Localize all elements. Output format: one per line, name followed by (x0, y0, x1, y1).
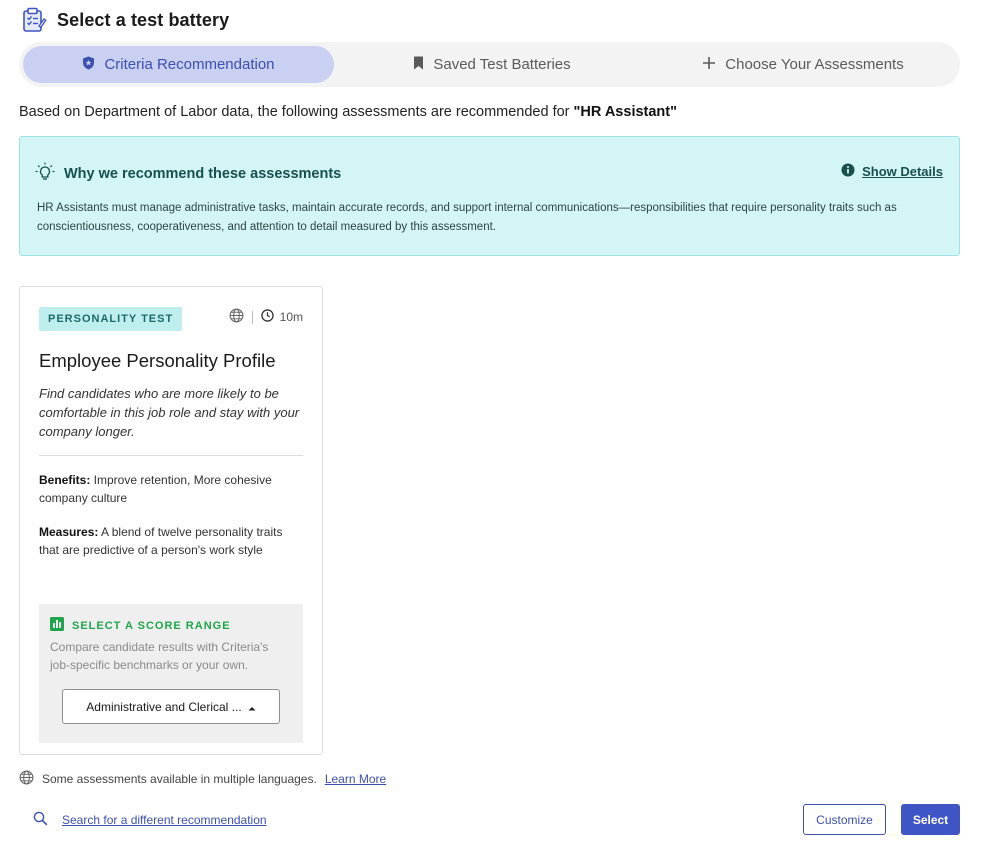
tab-choose-your-assessments[interactable]: Choose Your Assessments (650, 46, 956, 83)
measures: Measures: A blend of twelve personality … (39, 523, 301, 559)
languages-note: Some assessments available in multiple l… (19, 770, 386, 788)
benefits: Benefits: Improve retention, More cohesi… (39, 471, 301, 507)
meta-divider (251, 310, 253, 324)
lightbulb-icon (35, 162, 55, 186)
search-icon (33, 811, 48, 829)
assessment-card[interactable]: PERSONALITY TEST 10m Employee Personalit… (19, 286, 323, 755)
assessment-title: Employee Personality Profile (39, 350, 276, 371)
benefits-label: Benefits: (39, 473, 91, 487)
clipboard-checklist-icon (19, 6, 47, 34)
why-title: Why we recommend these assessments (35, 162, 341, 186)
score-range-label: SELECT A SCORE RANGE (50, 617, 231, 634)
duration: 10m (279, 310, 303, 324)
job-role: "HR Assistant" (573, 104, 677, 120)
score-range-help: Compare candidate results with Criteria'… (50, 640, 269, 672)
customize-button[interactable]: Customize (803, 804, 886, 835)
show-details-link[interactable]: Show Details (862, 164, 943, 179)
tab-label: Choose Your Assessments (725, 56, 904, 73)
plus-icon (702, 56, 716, 74)
tab-label: Saved Test Batteries (433, 56, 571, 73)
why-title-text: Why we recommend these assessments (64, 166, 342, 182)
score-range-panel: SELECT A SCORE RANGE Compare candidate r… (39, 604, 303, 743)
tab-saved-test-batteries[interactable]: Saved Test Batteries (334, 46, 650, 83)
search-recommendation[interactable]: Search for a different recommendation (33, 811, 267, 829)
measures-label: Measures: (39, 525, 99, 539)
tab-bar: Criteria Recommendation Saved Test Batte… (19, 42, 960, 87)
languages-text: Some assessments available in multiple l… (42, 772, 317, 786)
info-icon (841, 163, 855, 180)
clock-icon (260, 309, 274, 325)
why-recommend-panel: Why we recommend these assessments Show … (19, 136, 960, 256)
show-details[interactable]: Show Details (841, 163, 943, 180)
page-header: Select a test battery (19, 6, 229, 34)
bar-chart-icon (50, 617, 64, 634)
select-button[interactable]: Select (901, 804, 960, 835)
bookmark-icon (413, 56, 424, 74)
test-type-badge: PERSONALITY TEST (39, 307, 183, 331)
shield-icon (82, 56, 95, 74)
globe-icon (19, 770, 34, 788)
why-body: HR Assistants must manage administrative… (37, 202, 897, 233)
card-meta: 10m (229, 308, 303, 326)
recommendation-intro: Based on Department of Labor data, the f… (19, 104, 677, 120)
page-title: Select a test battery (57, 9, 230, 30)
score-range-dropdown[interactable]: Administrative and Clerical ... (62, 689, 280, 724)
tab-label: Criteria Recommendation (104, 56, 275, 73)
assessment-description: Find candidates who are more likely to b… (39, 386, 300, 439)
tab-criteria-recommendation[interactable]: Criteria Recommendation (23, 46, 334, 83)
caret-up-icon (248, 700, 256, 714)
score-range-title: SELECT A SCORE RANGE (72, 619, 231, 632)
globe-icon (229, 308, 244, 326)
search-different-recommendation-link[interactable]: Search for a different recommendation (62, 813, 267, 827)
intro-text: Based on Department of Labor data, the f… (19, 104, 574, 120)
dropdown-value: Administrative and Clerical ... (86, 699, 242, 714)
learn-more-link[interactable]: Learn More (325, 772, 386, 786)
card-divider (39, 455, 303, 456)
